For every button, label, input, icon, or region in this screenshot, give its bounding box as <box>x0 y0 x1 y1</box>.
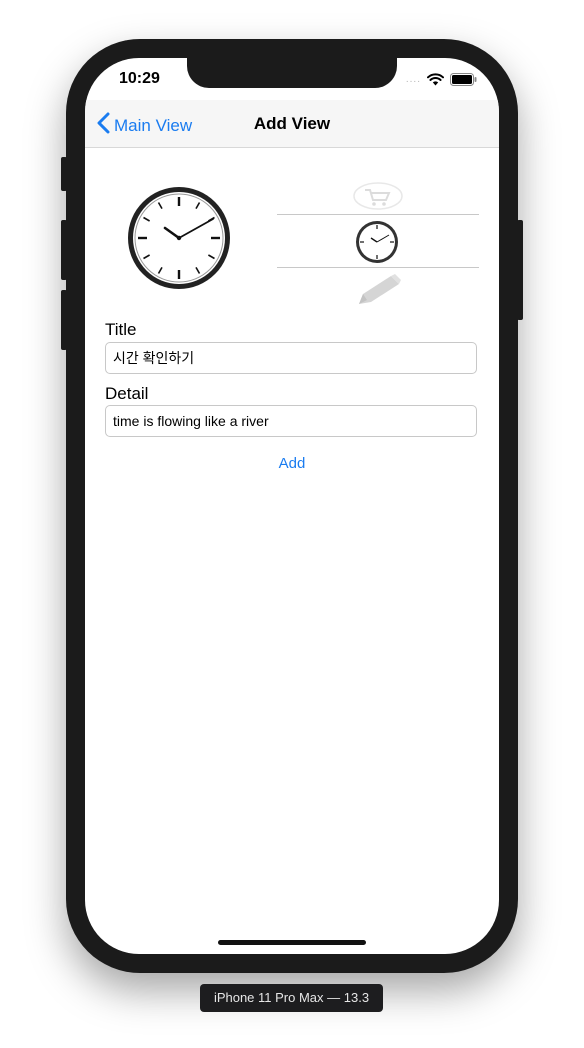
clock-icon[interactable] <box>355 220 399 269</box>
add-button[interactable]: Add <box>85 454 499 473</box>
signal-dots: .... <box>405 73 421 85</box>
volume-down-button <box>61 290 67 350</box>
volume-up-button <box>61 220 67 280</box>
title-input[interactable] <box>105 342 477 374</box>
wifi-icon <box>427 72 444 86</box>
cart-icon[interactable] <box>353 182 403 215</box>
image-picker[interactable] <box>277 178 479 308</box>
notch <box>187 58 397 88</box>
pencil-icon[interactable] <box>353 270 405 315</box>
simulator-device-label: iPhone 11 Pro Max — 13.3 <box>200 984 383 1012</box>
detail-label: Detail <box>105 384 149 403</box>
status-icons: .... <box>406 72 477 86</box>
power-button <box>517 220 523 320</box>
clock-icon <box>125 184 233 292</box>
phone-screen: 10:29 .... Main View Add View Title 시간 확… <box>85 58 499 954</box>
picker-selection-bottom-line <box>277 267 479 268</box>
title-label: Title <box>105 320 137 339</box>
navigation-bar: Main View Add View <box>85 100 499 148</box>
detail-input[interactable] <box>105 405 477 437</box>
home-indicator[interactable] <box>218 940 366 945</box>
mute-switch <box>61 157 67 191</box>
nav-title: Add View <box>253 114 331 133</box>
battery-icon <box>450 72 477 86</box>
picker-selection-top-line <box>277 214 479 215</box>
status-time: 10:29 <box>119 70 160 87</box>
